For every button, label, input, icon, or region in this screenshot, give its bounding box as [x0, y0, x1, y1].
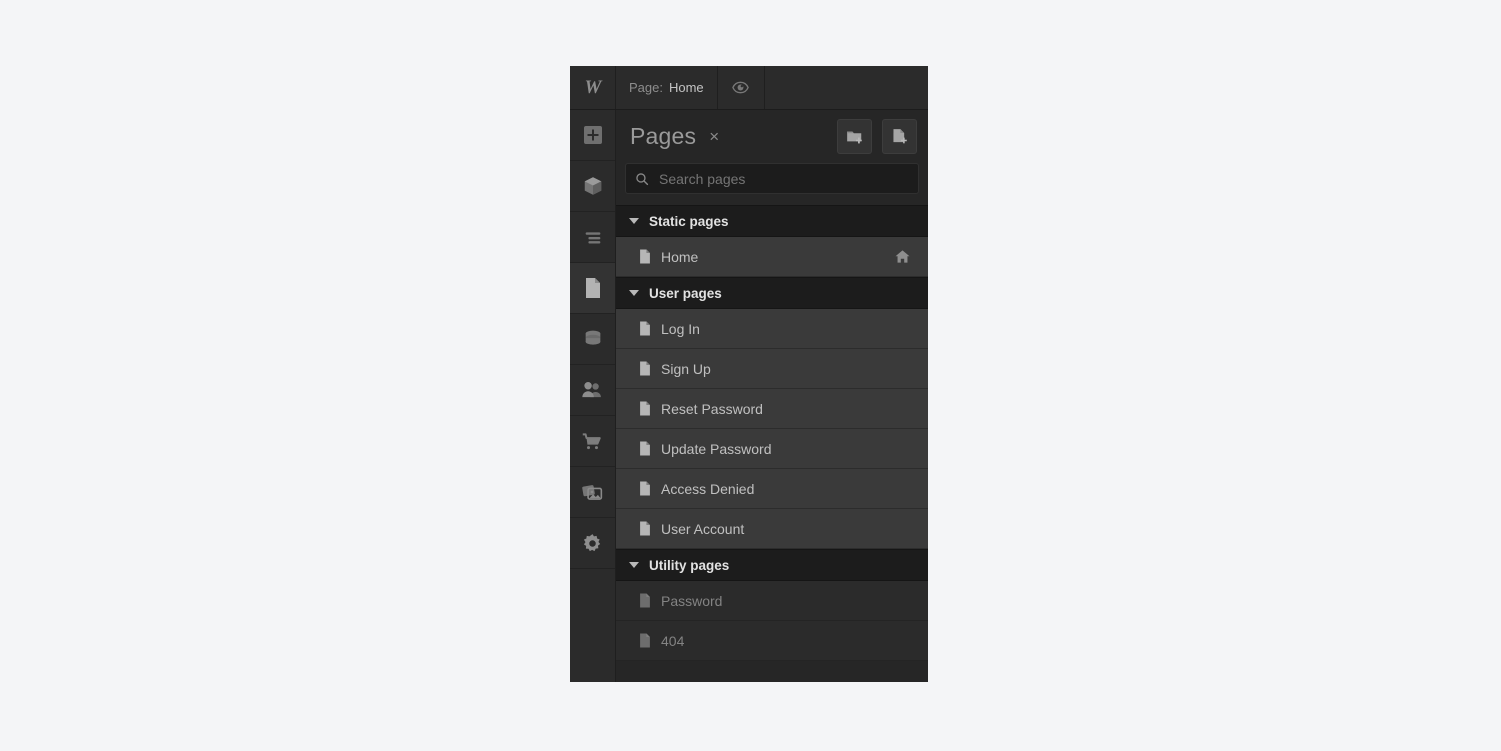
page-item-label: User Account	[661, 520, 745, 537]
sidebar-item-assets[interactable]	[570, 467, 615, 518]
page-document-icon	[640, 481, 650, 496]
home-icon	[895, 250, 910, 263]
current-page-indicator[interactable]: Page: Home	[616, 66, 718, 109]
page-item-label: Update Password	[661, 440, 772, 457]
images-icon	[582, 485, 603, 500]
sidebar-item-add[interactable]	[570, 110, 615, 161]
top-bar: W Page: Home	[570, 66, 928, 110]
sidebar-item-pages[interactable]	[570, 263, 615, 314]
caret-down-icon[interactable]	[629, 562, 639, 568]
page-plus-icon	[893, 129, 907, 144]
sidebar-item-navigator[interactable]	[570, 212, 615, 263]
search-container	[616, 163, 928, 205]
page-document-icon	[638, 440, 652, 457]
page-document-icon	[638, 632, 652, 649]
page-document-icon	[640, 321, 650, 336]
database-icon	[585, 330, 600, 345]
page-list-item[interactable]: User Account	[616, 509, 928, 549]
page-list-item[interactable]: Password	[616, 581, 928, 621]
shopping-cart-icon	[582, 433, 601, 450]
page-document-icon	[640, 249, 650, 264]
webflow-w-logo: W	[584, 77, 602, 98]
page-document-icon	[640, 593, 650, 608]
page-prefix-label: Page:	[629, 80, 663, 95]
plus-square-icon	[583, 126, 602, 144]
eye-icon	[732, 81, 749, 94]
page-document-icon	[640, 521, 650, 536]
page-document-icon	[638, 248, 652, 265]
cube-icon	[584, 177, 601, 195]
sidebar-item-components[interactable]	[570, 161, 615, 212]
folder-plus-icon	[847, 131, 862, 144]
page-list-item[interactable]: 404	[616, 621, 928, 661]
preview-toggle-button[interactable]	[718, 66, 765, 109]
page-document-icon	[640, 361, 650, 376]
sidebar-item-cms[interactable]	[570, 314, 615, 365]
add-folder-button[interactable]	[837, 119, 872, 154]
page-list-item[interactable]: Update Password	[616, 429, 928, 469]
page-list-item[interactable]: Access Denied	[616, 469, 928, 509]
page-document-icon	[638, 320, 652, 337]
rail-spacer	[570, 569, 615, 682]
page-list-item[interactable]: Home	[616, 237, 928, 277]
add-page-button[interactable]	[882, 119, 917, 154]
page-document-icon	[638, 400, 652, 417]
page-item-label: Home	[661, 248, 699, 265]
section-header-static[interactable]: Static pages	[616, 205, 928, 237]
page-document-icon	[638, 360, 652, 377]
page-item-label: Reset Password	[661, 400, 763, 417]
caret-down-icon[interactable]	[629, 290, 639, 296]
caret-down-icon[interactable]	[629, 218, 639, 224]
pages-panel: Pages × Search pages Static pages Home U…	[616, 110, 928, 682]
page-document-icon	[585, 278, 600, 298]
pages-list[interactable]: Static pages Home User pages Log In Sign Up R…	[616, 205, 928, 682]
page-list-item[interactable]: Reset Password	[616, 389, 928, 429]
page-item-label: 404	[661, 632, 685, 649]
page-document-icon	[640, 633, 650, 648]
page-document-icon	[640, 401, 650, 416]
search-box[interactable]	[625, 163, 919, 194]
page-item-label: Sign Up	[661, 360, 711, 377]
page-list-item[interactable]: Sign Up	[616, 349, 928, 389]
pages-panel-header: Pages ×	[616, 110, 928, 163]
webflow-logo-button[interactable]: W	[570, 66, 616, 109]
left-toolbar-rail	[570, 110, 616, 682]
sidebar-item-users[interactable]	[570, 365, 615, 416]
page-document-icon	[640, 441, 650, 456]
gear-icon	[583, 533, 601, 551]
section-title: Utility pages	[649, 557, 730, 573]
page-list-item[interactable]: Log In	[616, 309, 928, 349]
page-document-icon	[638, 592, 652, 609]
sidebar-item-ecommerce[interactable]	[570, 416, 615, 467]
page-item-label: Access Denied	[661, 480, 755, 497]
home-icon	[894, 248, 928, 265]
close-icon[interactable]: ×	[706, 126, 722, 147]
section-header-utility[interactable]: Utility pages	[616, 549, 928, 581]
page-document-icon	[638, 480, 652, 497]
page-item-label: Log In	[661, 320, 700, 337]
page-name-label: Home	[668, 80, 704, 95]
webflow-designer-window: W Page: Home Pages × Search pages Static…	[570, 66, 928, 682]
search-input[interactable]	[657, 169, 909, 188]
page-title: Pages	[630, 123, 697, 149]
section-header-user[interactable]: User pages	[616, 277, 928, 309]
sidebar-item-settings[interactable]	[570, 518, 615, 569]
section-title: Static pages	[649, 213, 729, 229]
page-document-icon	[638, 520, 652, 537]
people-icon	[582, 382, 601, 398]
page-item-label: Password	[661, 592, 723, 609]
section-title: User pages	[649, 285, 722, 301]
layers-lines-icon	[585, 232, 600, 244]
search-icon	[636, 172, 649, 185]
